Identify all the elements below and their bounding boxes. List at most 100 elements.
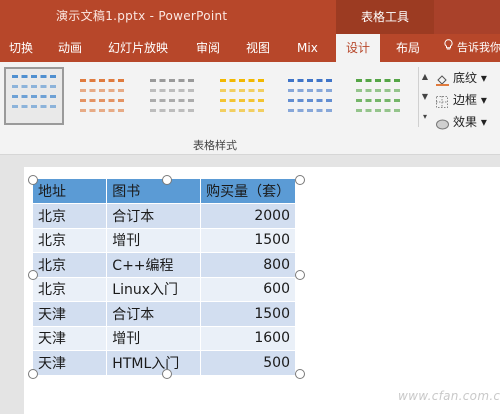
site-watermark: www.cfan.com.cn: [398, 389, 500, 403]
table-row: 北京 合订本 2000: [33, 203, 296, 229]
table-cell[interactable]: 1500: [200, 228, 296, 253]
table-row: 北京 Linux入门 600: [33, 277, 296, 302]
style-preview-row: [356, 79, 400, 85]
style-preview-row: [80, 109, 124, 115]
table-cell[interactable]: 800: [200, 252, 296, 278]
table-cell[interactable]: 天津: [33, 326, 108, 351]
shading-button[interactable]: 底纹 ▾: [436, 68, 487, 88]
table-cell[interactable]: Linux入门: [106, 277, 202, 302]
resize-handle-top[interactable]: [162, 175, 172, 185]
table-cell[interactable]: 北京: [33, 203, 108, 229]
table-row: 天津 合订本 1500: [33, 301, 296, 327]
gallery-more-icon[interactable]: ▾: [419, 107, 431, 127]
header-cell-address[interactable]: 地址: [33, 179, 108, 204]
shading-label: 底纹: [453, 71, 478, 85]
table-row: 天津 增刊 1600: [33, 326, 296, 351]
table-style-gold[interactable]: [214, 71, 270, 119]
scroll-down-icon[interactable]: ▼: [419, 87, 431, 107]
style-preview-row: [150, 99, 194, 105]
style-preview-row: [12, 95, 56, 101]
table-row: 北京 C++编程 800: [33, 252, 296, 278]
resize-handle-bottom-right[interactable]: [295, 369, 305, 379]
style-preview-row: [220, 89, 264, 95]
table-style-gray[interactable]: [144, 71, 200, 119]
table-cell[interactable]: 2000: [200, 203, 296, 229]
resize-handle-top-right[interactable]: [295, 175, 305, 185]
gallery-scroll[interactable]: ▲ ▼ ▾: [418, 67, 431, 127]
table-style-blue-selected[interactable]: [4, 67, 64, 125]
tab-mix[interactable]: Mix: [297, 34, 318, 62]
style-preview-row: [220, 99, 264, 105]
table-styles-gallery: [0, 65, 418, 127]
table-row: 北京 增刊 1500: [33, 228, 296, 253]
tab-transitions[interactable]: 切换: [9, 34, 33, 62]
tell-me-label: 告诉我你: [457, 41, 500, 54]
style-preview-row: [80, 99, 124, 105]
tab-animations[interactable]: 动画: [58, 34, 82, 62]
table-styles-group-label: 表格样式: [193, 139, 237, 152]
table-style-green[interactable]: [350, 71, 406, 119]
table-cell[interactable]: 增刊: [106, 326, 202, 351]
table-cell[interactable]: 天津: [33, 350, 108, 376]
table-cell[interactable]: 增刊: [106, 228, 202, 253]
style-preview-row: [80, 89, 124, 95]
table-cell[interactable]: 500: [200, 350, 296, 376]
style-preview-row: [220, 109, 264, 115]
resize-handle-bottom[interactable]: [162, 369, 172, 379]
lightbulb-icon: [444, 34, 454, 62]
tab-view[interactable]: 视图: [246, 34, 270, 62]
resize-handle-right[interactable]: [295, 270, 305, 280]
effects-icon: [436, 116, 449, 130]
header-cell-book[interactable]: 图书: [106, 179, 202, 204]
tab-review[interactable]: 审阅: [196, 34, 220, 62]
tab-layout[interactable]: 布局: [396, 34, 420, 62]
style-preview-row: [150, 109, 194, 115]
table-style-orange[interactable]: [74, 71, 130, 119]
table-cell[interactable]: 北京: [33, 252, 108, 278]
table-cell[interactable]: C++编程: [106, 252, 202, 278]
style-preview-row: [356, 99, 400, 105]
slide[interactable]: 地址 图书 购买量（套） 北京 合订本 2000 北京 增刊 1500 北京 C…: [24, 167, 500, 414]
resize-handle-bottom-left[interactable]: [28, 369, 38, 379]
paint-bucket-icon: [436, 72, 449, 86]
tell-me-box[interactable]: 告诉我你: [444, 34, 500, 62]
title-bar: 演示文稿1.pptx - PowerPoint 表格工具: [0, 0, 500, 34]
slide-editing-area: 地址 图书 购买量（套） 北京 合订本 2000 北京 增刊 1500 北京 C…: [0, 155, 500, 414]
table-cell[interactable]: 合订本: [106, 301, 202, 327]
table-cell[interactable]: 1600: [200, 326, 296, 351]
table-cell[interactable]: 北京: [33, 277, 108, 302]
tab-design[interactable]: 设计: [336, 34, 380, 62]
resize-handle-left[interactable]: [28, 270, 38, 280]
tab-slideshow[interactable]: 幻灯片放映: [108, 34, 168, 62]
table-tools-context-label: 表格工具: [336, 0, 434, 34]
resize-handle-top-left[interactable]: [28, 175, 38, 185]
window-title: 演示文稿1.pptx - PowerPoint: [56, 9, 228, 23]
context-group-extension: [434, 0, 500, 34]
borders-label: 边框: [453, 93, 478, 107]
ribbon-tabs: 切换 动画 幻灯片放映 审阅 视图 Mix 设计 布局 告诉我你: [0, 34, 500, 62]
table-style-blue[interactable]: [282, 71, 338, 119]
style-preview-row: [80, 79, 124, 85]
style-preview-row: [288, 79, 332, 85]
style-preview-row: [150, 89, 194, 95]
style-preview-row: [150, 79, 194, 85]
style-preview-row: [12, 75, 56, 81]
scroll-up-icon[interactable]: ▲: [419, 67, 431, 87]
data-table[interactable]: 地址 图书 购买量（套） 北京 合订本 2000 北京 增刊 1500 北京 C…: [33, 179, 296, 376]
ribbon-panel: ▲ ▼ ▾ 底纹 ▾ 边框 ▾ 效果 ▾ 表格样式: [0, 62, 500, 155]
borders-button[interactable]: 边框 ▾: [436, 90, 487, 110]
table-cell[interactable]: 天津: [33, 301, 108, 327]
style-preview-row: [356, 109, 400, 115]
table-cell[interactable]: 600: [200, 277, 296, 302]
table-cell[interactable]: 北京: [33, 228, 108, 253]
table-cell[interactable]: 1500: [200, 301, 296, 327]
style-preview-row: [220, 79, 264, 85]
table-cell[interactable]: HTML入门: [106, 350, 202, 376]
style-preview-row: [288, 89, 332, 95]
table-cell[interactable]: 合订本: [106, 203, 202, 229]
style-preview-row: [12, 85, 56, 91]
effects-label: 效果: [453, 115, 478, 129]
header-cell-quantity[interactable]: 购买量（套）: [200, 179, 296, 204]
borders-icon: [436, 94, 449, 108]
effects-button[interactable]: 效果 ▾: [436, 112, 487, 132]
